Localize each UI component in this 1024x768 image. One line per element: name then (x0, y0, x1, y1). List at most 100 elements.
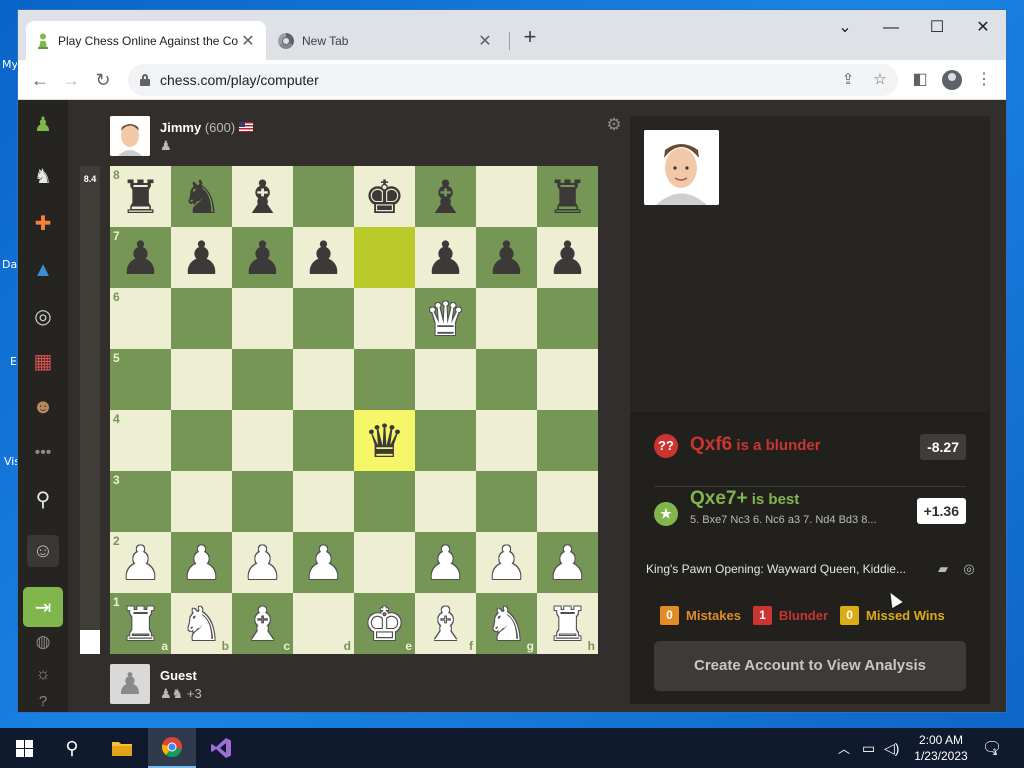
square-a4[interactable]: 4 (110, 410, 171, 471)
share-icon[interactable]: ⇪ (838, 70, 858, 90)
more-icon[interactable]: ••• (27, 437, 59, 469)
create-account-button[interactable]: Create Account to View Analysis (654, 641, 966, 691)
start-button[interactable] (0, 728, 48, 768)
square-h4[interactable] (537, 410, 598, 471)
square-g5[interactable] (476, 349, 537, 410)
chrome-taskbar-icon[interactable] (148, 728, 196, 768)
play-icon[interactable]: ♞ (27, 160, 59, 192)
search-icon[interactable]: ⚲ (27, 483, 59, 515)
black-pawn-icon[interactable]: ♟ (486, 235, 527, 281)
square-b5[interactable] (171, 349, 232, 410)
close-tab-icon[interactable]: ✕ (477, 31, 493, 51)
close-window-button[interactable]: ✕ (960, 14, 1006, 42)
blunder-row[interactable]: ?? Qxf6 is a blunder -8.27 (654, 434, 966, 460)
back-arrow-icon[interactable]: ← (27, 67, 53, 93)
puzzles-icon[interactable]: ✚ (27, 207, 59, 239)
black-knight-icon[interactable]: ♞ (181, 174, 222, 220)
volume-icon[interactable]: ◁) (884, 728, 899, 768)
learn-icon[interactable]: ▲ (27, 254, 59, 286)
top-player-name[interactable]: Jimmy (600) (160, 120, 254, 135)
square-b4[interactable] (171, 410, 232, 471)
square-a1[interactable]: 1 a ♜ (110, 593, 171, 654)
desktop-icon-label[interactable]: Da (2, 258, 17, 271)
white-pawn-icon[interactable]: ♟ (303, 540, 344, 586)
white-pawn-icon[interactable]: ♟ (486, 540, 527, 586)
white-bishop-icon[interactable]: ♝ (242, 601, 283, 647)
square-a5[interactable]: 5 (110, 349, 171, 410)
social-icon[interactable]: ☻ (27, 391, 59, 423)
bottom-player-name[interactable]: Guest (160, 668, 197, 683)
square-e5[interactable] (354, 349, 415, 410)
square-b1[interactable]: b ♞ (171, 593, 232, 654)
side-panel-icon[interactable]: ◧ (907, 67, 933, 93)
square-a6[interactable]: 6 (110, 288, 171, 349)
best-move-row[interactable]: ★ Qxe7+ is best 5. Bxe7 Nc3 6. Nc6 a3 7.… (654, 488, 966, 536)
square-e6[interactable] (354, 288, 415, 349)
login-icon[interactable]: ⇥ (23, 587, 63, 627)
white-pawn-icon[interactable]: ♟ (181, 540, 222, 586)
bot-avatar[interactable] (110, 116, 150, 156)
square-b7[interactable]: ♟ (171, 227, 232, 288)
language-globe-icon[interactable]: ◍ (27, 626, 59, 658)
white-rook-icon[interactable]: ♜ (120, 601, 161, 647)
square-d4[interactable] (293, 410, 354, 471)
square-b8[interactable]: ♞ (171, 166, 232, 227)
theme-icon[interactable]: ☼ (27, 658, 59, 690)
square-a8[interactable]: 8 ♜ (110, 166, 171, 227)
square-a2[interactable]: 2 ♟ (110, 532, 171, 593)
clock[interactable]: 2:00 AM 1/23/2023 (906, 732, 976, 764)
square-g2[interactable]: ♟ (476, 532, 537, 593)
square-f8[interactable]: ♝ (415, 166, 476, 227)
square-e2[interactable] (354, 532, 415, 593)
square-d6[interactable] (293, 288, 354, 349)
tab-chess[interactable]: Play Chess Online Against the Co ✕ (26, 21, 266, 60)
square-h3[interactable] (537, 471, 598, 532)
square-h2[interactable]: ♟ (537, 532, 598, 593)
search-taskbar-icon[interactable]: ⚲ (48, 728, 96, 768)
chess-com-logo-icon[interactable]: ♟ (27, 108, 59, 140)
white-bishop-icon[interactable]: ♝ (425, 601, 466, 647)
tab-new-tab[interactable]: New Tab ✕ (268, 21, 503, 60)
forward-arrow-icon[interactable]: → (58, 67, 84, 93)
profile-icon[interactable] (939, 67, 965, 93)
file-explorer-icon[interactable] (98, 728, 146, 768)
reload-icon[interactable]: ↻ (90, 67, 116, 93)
black-rook-icon[interactable]: ♜ (120, 174, 161, 220)
square-e1[interactable]: e ♚ (354, 593, 415, 654)
notifications-icon[interactable]: 🗨 1 (982, 728, 1002, 768)
square-g1[interactable]: g ♞ (476, 593, 537, 654)
square-d7[interactable]: ♟ (293, 227, 354, 288)
white-king-icon[interactable]: ♚ (364, 601, 405, 647)
square-c1[interactable]: c ♝ (232, 593, 293, 654)
square-c5[interactable] (232, 349, 293, 410)
square-e7[interactable] (354, 227, 415, 288)
square-d1[interactable]: d (293, 593, 354, 654)
white-pawn-icon[interactable]: ♟ (242, 540, 283, 586)
square-f5[interactable] (415, 349, 476, 410)
square-d5[interactable] (293, 349, 354, 410)
square-h8[interactable]: ♜ (537, 166, 598, 227)
watch-icon[interactable]: ◎ (27, 300, 59, 332)
more-menu-icon[interactable]: ⋮ (971, 67, 997, 93)
black-pawn-icon[interactable]: ♟ (425, 235, 466, 281)
square-f1[interactable]: f ♝ (415, 593, 476, 654)
square-f2[interactable]: ♟ (415, 532, 476, 593)
square-h1[interactable]: h ♜ (537, 593, 598, 654)
chess-board[interactable]: 8 ♜ ♞ ♝ ♚ ♝ ♜ 7 ♟ ♟ ♟ ♟ ♟ ♟ ♟ 6 ♛ 5 4 ♛ 3 2 ♟ ♟ ♟ ♟ ♟ ♟ ♟ 1 a ♜ b ♞ c ♝ d e ♚ f… (110, 166, 598, 654)
explore-compass-icon[interactable]: ◎ (960, 560, 978, 578)
black-pawn-icon[interactable]: ♟ (181, 235, 222, 281)
black-rook-icon[interactable]: ♜ (547, 174, 588, 220)
close-tab-icon[interactable]: ✕ (240, 31, 256, 51)
bookmark-star-icon[interactable]: ☆ (870, 70, 890, 90)
square-c3[interactable] (232, 471, 293, 532)
square-b3[interactable] (171, 471, 232, 532)
minimize-button[interactable]: — (868, 14, 914, 42)
black-pawn-icon[interactable]: ♟ (547, 235, 588, 281)
square-f7[interactable]: ♟ (415, 227, 476, 288)
white-rook-icon[interactable]: ♜ (547, 601, 588, 647)
desktop-icon-label[interactable]: E (10, 355, 17, 368)
black-pawn-icon[interactable]: ♟ (303, 235, 344, 281)
news-icon[interactable]: ▦ (27, 345, 59, 377)
square-g3[interactable] (476, 471, 537, 532)
square-f4[interactable] (415, 410, 476, 471)
